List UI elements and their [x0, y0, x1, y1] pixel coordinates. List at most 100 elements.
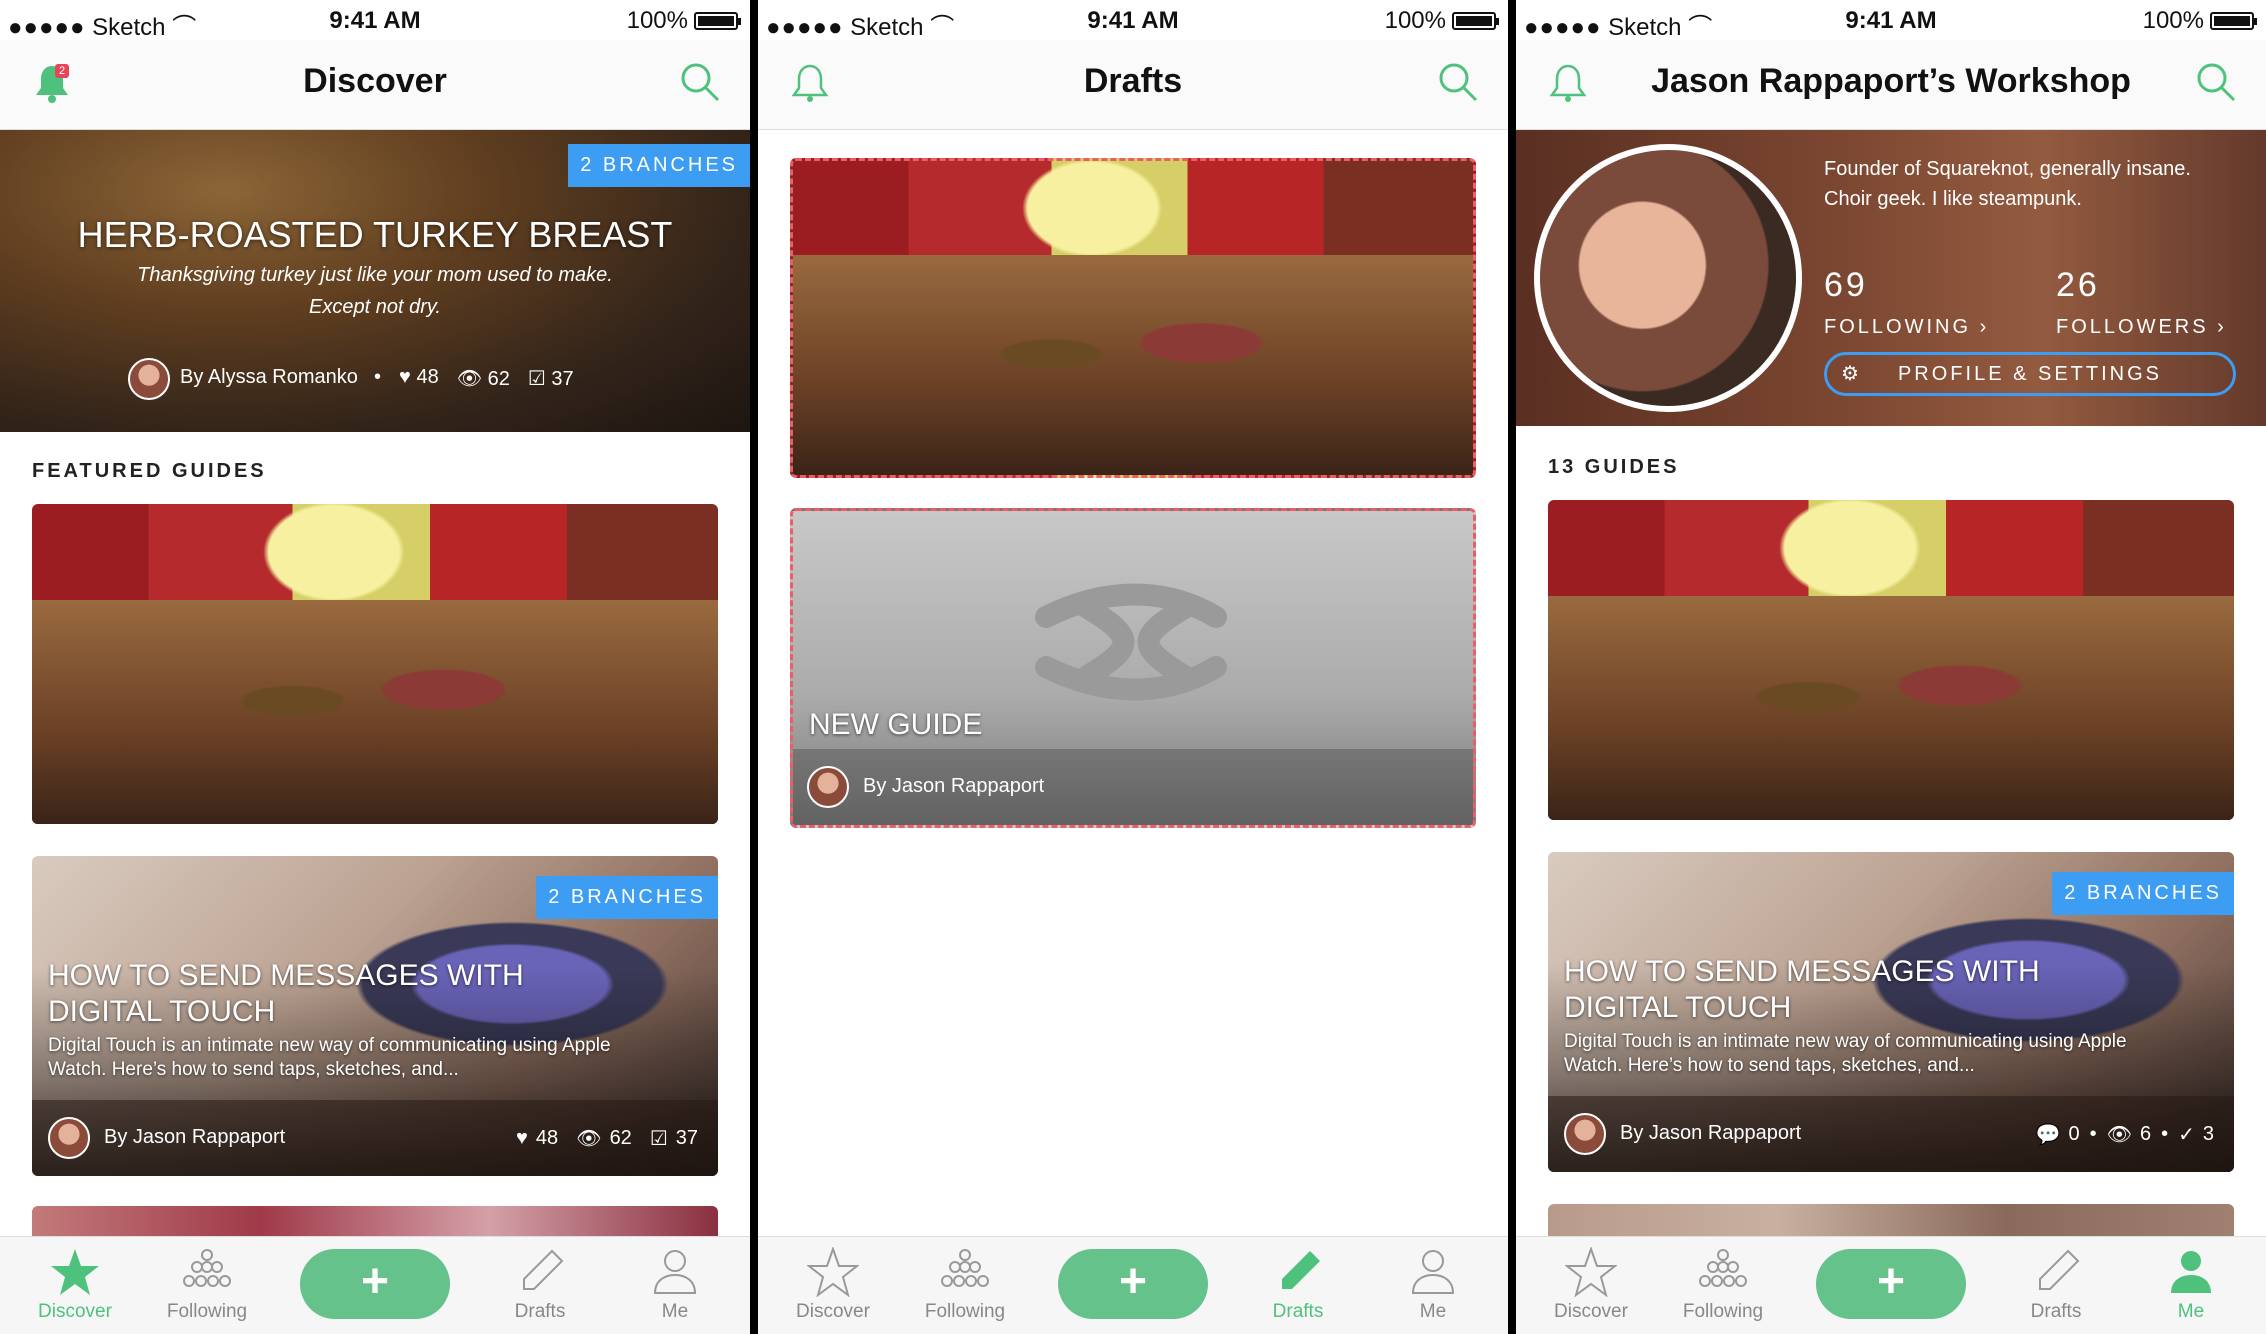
tab-discover[interactable]: Discover [778, 1247, 888, 1323]
completions-count: 37 [675, 775, 698, 797]
tab-following[interactable]: Following [910, 1247, 1020, 1323]
add-guide-button[interactable]: + [1816, 1249, 1966, 1319]
checkbox-icon: ☑ [649, 776, 668, 798]
author-byline[interactable]: By Squareknot Team [104, 774, 289, 797]
hero-stats: • ♥ 48 👁 62 ☑ 37 [374, 366, 574, 391]
avatar[interactable] [1564, 1113, 1606, 1155]
heart-icon: ♥ [516, 775, 528, 797]
tab-label: Me [1419, 1301, 1447, 1322]
following-label: FOLLOWING [1824, 316, 1972, 338]
nav-bar: Jason Rappaport’s Workshop [1516, 40, 2266, 130]
tab-label: Discover [38, 1301, 112, 1322]
author-byline[interactable]: By Jason Rappaport [863, 425, 1044, 448]
guide-stats: 💬 0 • 👁 6 • ✓ 3 [2036, 1122, 2214, 1147]
branches-badge[interactable]: 2 BRANCHES [568, 144, 750, 187]
tab-discover[interactable]: Discover [1536, 1247, 1646, 1323]
nav-bar: Drafts [758, 40, 1508, 130]
avatar[interactable] [807, 766, 849, 808]
followers-count[interactable]: 26 [2056, 266, 2100, 305]
followers-link[interactable]: FOLLOWERS › [2056, 316, 2227, 339]
add-guide-button[interactable]: + [1058, 1249, 1208, 1319]
guide-stats: ♥ 48 👁 62 ☑ 37 [516, 774, 698, 799]
card-footer: By Jason Rappaport 💬 0 • 👁 6 • ✓ 3 [1548, 744, 2234, 820]
profile-avatar[interactable] [1534, 144, 1802, 412]
author-byline[interactable]: By Jason Rappaport [104, 1126, 285, 1149]
pencil-icon [1282, 1251, 1320, 1289]
page-title: Discover [303, 62, 447, 100]
tab-bar: Discover Following + Drafts Me [758, 1236, 1508, 1334]
card-footer: By Squareknot Team ♥ 48 👁 62 ☑ 37 [32, 748, 718, 824]
following-count[interactable]: 69 [1824, 266, 1868, 305]
hero-guide-card[interactable]: 2 BRANCHES HERB-ROASTED TURKEY BREAST Th… [0, 130, 750, 432]
tab-me[interactable]: Me [2136, 1247, 2246, 1323]
guide-card[interactable]: 2 BRANCHES HOW TO SEND MESSAGES WITH DIG… [1548, 852, 2234, 1172]
guide-title: HOW TO SEND MESSAGES WITH DIGITAL TOUCH [48, 959, 524, 1028]
author-byline[interactable]: By Jason Rappaport [1620, 770, 1801, 793]
avatar[interactable] [128, 358, 170, 400]
tab-drafts[interactable]: Drafts [1243, 1247, 1353, 1323]
tab-discover[interactable]: Discover [20, 1247, 130, 1323]
comment-icon: 💬 [2035, 772, 2061, 794]
completions-count: 3 [2202, 1123, 2214, 1145]
hero-desc-line1: Thanksgiving turkey just like your mom u… [137, 264, 613, 286]
guide-description: Transform ordinary acorns and candles in… [48, 681, 537, 726]
author-byline[interactable]: By Alyssa Romanko [180, 366, 358, 389]
status-bar: ●●●●● Sketch ⌒ 9:41 AM 100% [0, 0, 750, 41]
guide-description: Digital Touch is an intimate new way of … [48, 1035, 611, 1080]
tab-following[interactable]: Following [152, 1247, 262, 1323]
separator-dot: • [374, 366, 382, 388]
add-guide-button[interactable]: + [300, 1249, 450, 1319]
card-overlay [1548, 500, 2234, 820]
avatar[interactable] [48, 1117, 90, 1159]
followers-label: FOLLOWERS [2056, 316, 2209, 338]
tab-me[interactable]: Me [620, 1247, 730, 1323]
views-count: 62 [487, 368, 510, 390]
tab-label: Me [2177, 1301, 2205, 1322]
tab-following[interactable]: Following [1668, 1247, 1778, 1323]
guide-stats: ♥ 48 👁 62 ☑ 37 [516, 1126, 698, 1151]
author-byline[interactable]: By Jason Rappaport [863, 775, 1044, 798]
following-dots-icon [1699, 1249, 1747, 1287]
eye-icon: 👁 [576, 776, 602, 798]
avatar[interactable] [48, 765, 90, 807]
search-icon[interactable] [678, 60, 722, 104]
search-icon[interactable] [1436, 60, 1480, 104]
eye-icon: 👁 [456, 368, 483, 390]
guide-card[interactable]: 2 BRANCHES HOW TO SEND MESSAGES WITH DIG… [32, 856, 718, 1176]
avatar[interactable] [1564, 761, 1606, 803]
profile-bio-line1: Founder of Squareknot, generally insane. [1824, 158, 2191, 180]
tab-label: Following [166, 1301, 248, 1322]
new-guide-draft-card[interactable]: NEW GUIDE By Jason Rappaport [790, 508, 1476, 828]
branches-badge[interactable]: 2 BRANCHES [2052, 872, 2234, 915]
profile-settings-button[interactable]: ⚙ PROFILE & SETTINGS [1824, 352, 2236, 396]
separator-dot: • [2161, 771, 2169, 793]
guide-description: Transform ordinary acorns and candles in… [1564, 677, 2053, 722]
tab-label: Drafts [514, 1301, 566, 1322]
section-heading: 13 GUIDES [1548, 456, 1680, 478]
avatar[interactable] [807, 416, 849, 458]
views-count: 62 [609, 1127, 632, 1149]
comment-icon: 💬 [2035, 1124, 2061, 1146]
guide-title: GORGEOUS GLITTER ACORN CENTERPIECE [48, 605, 475, 674]
squareknot-logo-icon [1035, 583, 1227, 701]
tab-me[interactable]: Me [1378, 1247, 1488, 1323]
following-link[interactable]: FOLLOWING › [1824, 316, 1989, 339]
eye-icon: 👁 [2106, 1124, 2132, 1146]
search-icon[interactable] [2194, 60, 2238, 104]
author-byline[interactable]: By Jason Rappaport [1620, 1122, 1801, 1145]
battery-icon [2210, 12, 2257, 30]
tab-drafts[interactable]: Drafts [2001, 1247, 2111, 1323]
draft-card[interactable]: GORGEOUS GLITTER ACORN CENTERPIECE Trans… [790, 158, 1476, 478]
battery-percent: 100% [626, 7, 688, 34]
hero-title: HERB-ROASTED TURKEY BREAST [77, 214, 673, 255]
battery-percent: 100% [1384, 7, 1446, 34]
tab-bar: Discover Following + Drafts Me [1516, 1236, 2266, 1334]
guide-card[interactable]: GORGEOUS GLITTER ACORN CENTERPIECE Trans… [1548, 500, 2234, 820]
tab-drafts[interactable]: Drafts [485, 1247, 595, 1323]
check-icon: ✓ [2178, 1124, 2195, 1146]
branches-badge[interactable]: 2 BRANCHES [536, 876, 718, 919]
guide-card[interactable]: GORGEOUS GLITTER ACORN CENTERPIECE Trans… [32, 504, 718, 824]
page-title: Drafts [1083, 62, 1183, 100]
guide-title: GORGEOUS GLITTER ACORN CENTERPIECE [809, 264, 1236, 333]
following-dots-icon [941, 1249, 989, 1287]
